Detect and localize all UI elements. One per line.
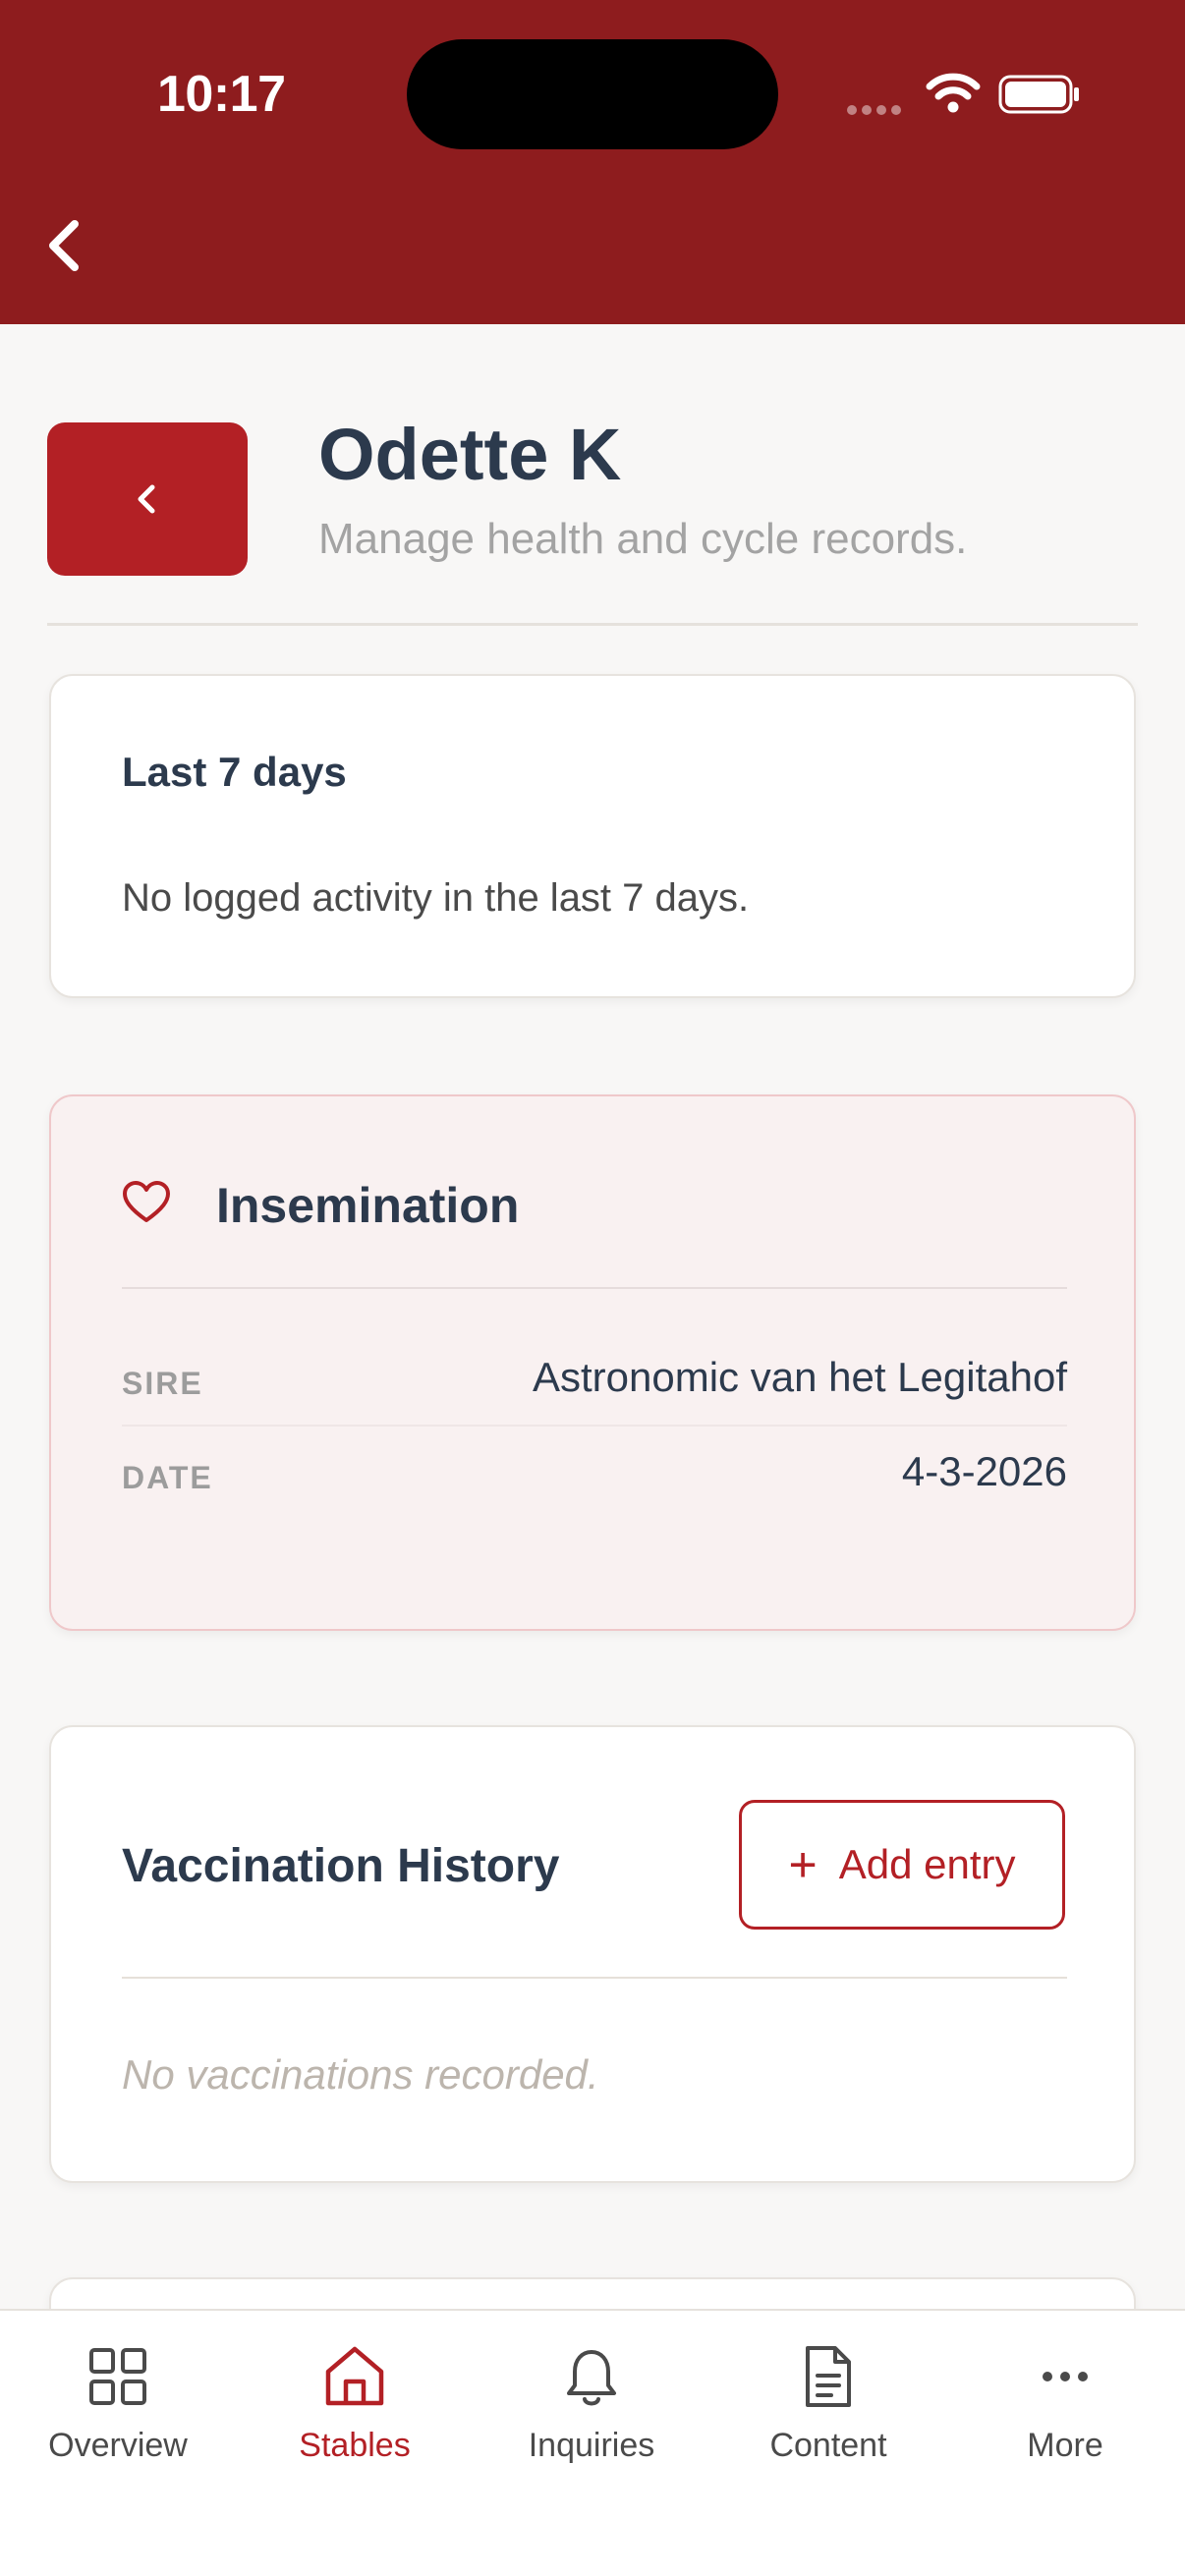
tab-content[interactable]: Content [710,2340,946,2488]
page-title: Odette K [318,414,622,495]
more-dots-icon [1043,2372,1088,2381]
heart-icon [123,1181,170,1222]
date-label: DATE [122,1460,213,1495]
tab-label: Overview [48,2427,188,2464]
divider [122,1977,1067,1979]
activity-title: Last 7 days [122,749,347,795]
plus-icon: + [788,1837,818,1892]
battery-icon [998,75,1079,114]
activity-empty-text: No logged activity in the last 7 days. [122,876,750,920]
add-entry-label: Add entry [838,1841,1016,1887]
insemination-card: Insemination SIRE Astronomic van het Leg… [49,1094,1136,1631]
dynamic-island [407,39,778,149]
tab-more[interactable]: More [947,2340,1183,2488]
bottom-tab-bar: Overview Stables Inquiries Content More [0,2309,1185,2576]
vaccination-card: Vaccination History + Add entry No vacci… [49,1725,1136,2183]
date-row: DATE 4-3-2026 [122,1427,1067,1525]
vaccination-empty-text: No vaccinations recorded. [122,2051,599,2098]
page-subtitle: Manage health and cycle records. [318,515,968,563]
divider [122,1287,1067,1289]
activity-card: Last 7 days No logged activity in the la… [49,674,1136,998]
tab-overview[interactable]: Overview [0,2340,236,2488]
tab-label: Stables [299,2427,411,2464]
vaccination-title: Vaccination History [122,1840,560,1892]
insemination-title: Insemination [216,1178,520,1233]
grid-icon [89,2348,146,2405]
header-back-button[interactable] [47,422,248,576]
wifi-icon [926,73,981,113]
tab-inquiries[interactable]: Inquiries [474,2340,709,2488]
add-entry-button[interactable]: + Add entry [739,1800,1065,1930]
sire-row: SIRE Astronomic van het Legitahof [122,1328,1067,1427]
tab-label: Inquiries [528,2427,655,2464]
status-time: 10:17 [157,66,286,123]
top-app-bar: 10:17 [0,0,1185,324]
document-icon [806,2346,851,2407]
cellular-signal-icon [847,102,906,120]
tab-label: Content [769,2427,887,2464]
sire-label: SIRE [122,1366,203,1401]
nav-back-chevron-icon[interactable] [39,216,88,275]
sire-value: Astronomic van het Legitahof [533,1354,1067,1400]
tab-stables[interactable]: Stables [237,2340,473,2488]
tab-label: More [1027,2427,1103,2464]
divider [47,623,1138,626]
chevron-left-icon [138,484,155,514]
home-icon [325,2346,384,2406]
date-value: 4-3-2026 [901,1448,1067,1494]
bell-icon [567,2350,616,2406]
